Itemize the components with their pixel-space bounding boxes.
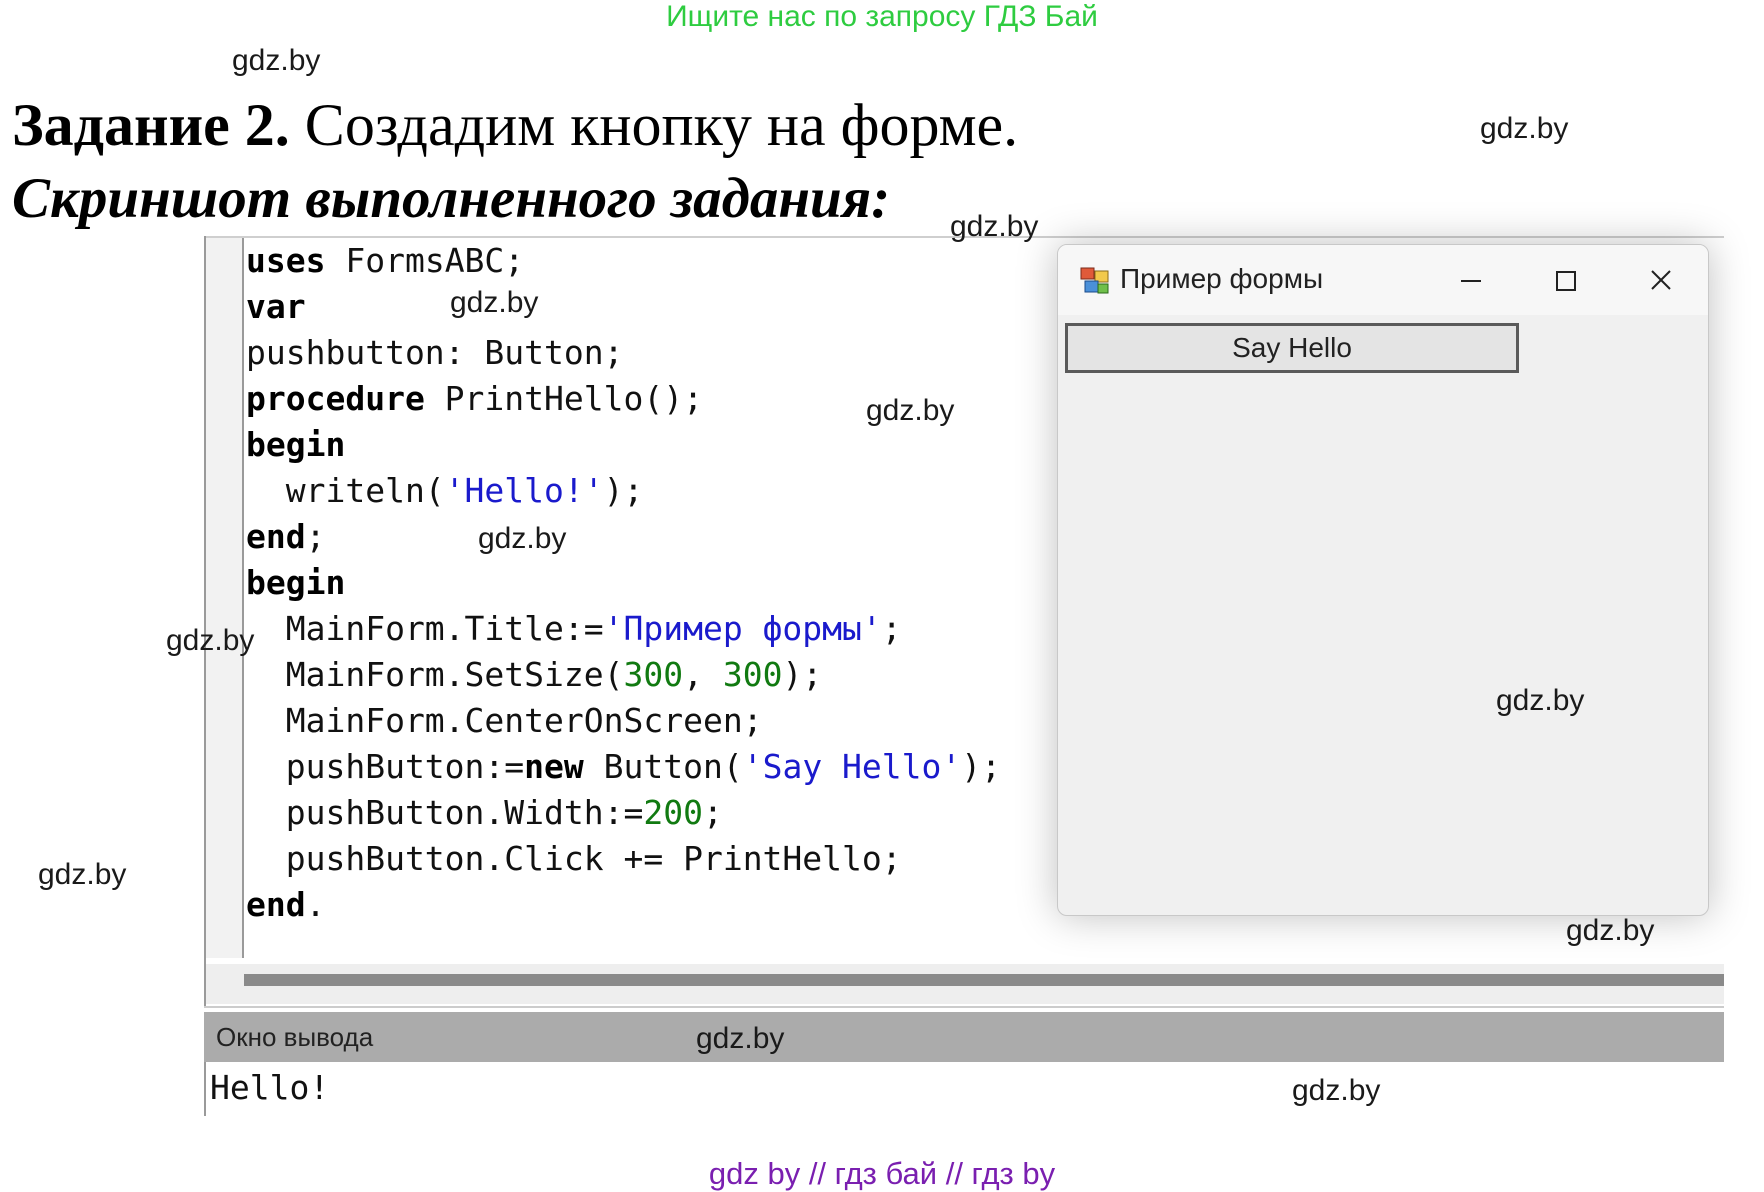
watermark: gdz.by bbox=[1292, 1074, 1381, 1107]
task-heading: Задание 2. Создадим кнопку на форме. bbox=[12, 90, 1018, 160]
code-text: MainForm.SetSize( bbox=[246, 655, 624, 694]
code-text: PrintHello(); bbox=[424, 379, 703, 418]
window-title: Пример формы bbox=[1120, 263, 1324, 294]
watermark: gdz.by bbox=[1566, 914, 1655, 947]
code-text: ); bbox=[961, 747, 1002, 786]
code-text: pushButton.Width:= bbox=[246, 793, 644, 832]
close-icon[interactable] bbox=[1631, 259, 1691, 303]
screenshot-caption: Скриншот выполненного задания: bbox=[12, 167, 891, 230]
code-line: pushButton.Click += PrintHello; bbox=[246, 836, 1001, 882]
say-hello-button[interactable]: Say Hello bbox=[1065, 323, 1519, 373]
code-text: MainForm.Title:= bbox=[246, 609, 604, 648]
code-line: MainForm.Title:='Пример формы'; bbox=[246, 606, 1001, 652]
panel-divider bbox=[204, 1006, 1724, 1008]
code-line: pushbutton: Button; bbox=[246, 330, 1001, 376]
watermark: gdz.by bbox=[232, 44, 321, 77]
code-text: pushButton:= bbox=[246, 747, 525, 786]
code-text: FormsABC; bbox=[325, 241, 525, 280]
watermark: gdz.by bbox=[166, 624, 255, 657]
watermark: gdz.by bbox=[38, 858, 127, 891]
output-panel-header bbox=[204, 1012, 1724, 1062]
editor-gutter bbox=[206, 238, 242, 958]
code-text: ; bbox=[305, 517, 326, 556]
minimize-icon[interactable] bbox=[1441, 259, 1501, 303]
string-literal: 'Hello!' bbox=[444, 471, 604, 510]
task-number: Задание 2. bbox=[12, 92, 290, 158]
string-literal: 'Пример формы' bbox=[603, 609, 882, 648]
code-text: Button( bbox=[583, 747, 743, 786]
code-text: ; bbox=[881, 609, 902, 648]
code-line: MainForm.SetSize(300, 300); bbox=[246, 652, 1001, 698]
output-panel bbox=[204, 1062, 1724, 1116]
code-line: pushButton.Width:=200; bbox=[246, 790, 1001, 836]
output-panel-title: Окно вывода bbox=[216, 1022, 374, 1052]
code-text: . bbox=[305, 885, 326, 924]
app-icon bbox=[1080, 267, 1109, 294]
number-literal: 200 bbox=[643, 793, 703, 832]
code-line: begin bbox=[246, 422, 1001, 468]
keyword: procedure bbox=[246, 379, 425, 418]
watermark: gdz.by bbox=[1480, 112, 1569, 145]
code-line: var bbox=[246, 284, 1001, 330]
code-line: begin bbox=[246, 560, 1001, 606]
keyword: end bbox=[246, 885, 306, 924]
code-text: , bbox=[683, 655, 723, 694]
watermark: gdz.by bbox=[1496, 684, 1585, 717]
scrollbar-thumb[interactable] bbox=[244, 974, 1724, 986]
code-line: uses FormsABC; bbox=[246, 238, 1001, 284]
code-text: pushbutton: Button; bbox=[246, 333, 624, 372]
code-line: end. bbox=[246, 882, 1001, 928]
keyword: end bbox=[246, 517, 306, 556]
output-text: Hello! bbox=[210, 1068, 330, 1107]
keyword: var bbox=[246, 287, 306, 326]
watermark: gdz.by bbox=[696, 1022, 785, 1055]
code-text: ; bbox=[702, 793, 723, 832]
maximize-icon[interactable] bbox=[1536, 259, 1596, 303]
watermark: gdz.by bbox=[478, 522, 567, 555]
top-banner: Ищите нас по запросу ГДЗ Бай bbox=[666, 0, 1098, 33]
task-title: Создадим кнопку на форме. bbox=[289, 92, 1019, 158]
form-window: Пример формы Say Hello bbox=[1057, 244, 1709, 916]
number-literal: 300 bbox=[722, 655, 783, 694]
watermark: gdz.by bbox=[950, 210, 1039, 243]
keyword: begin bbox=[246, 425, 346, 464]
keyword: begin bbox=[246, 563, 346, 602]
footer-watermark: gdz by // гдз бай // гдз by bbox=[708, 1156, 1056, 1191]
watermark: gdz.by bbox=[450, 286, 539, 319]
code-line: pushButton:=new Button('Say Hello'); bbox=[246, 744, 1001, 790]
gutter-divider bbox=[242, 238, 244, 958]
code-text: ); bbox=[603, 471, 644, 510]
code-line: MainForm.CenterOnScreen; bbox=[246, 698, 1001, 744]
keyword: new bbox=[524, 747, 584, 786]
string-literal: 'Say Hello' bbox=[742, 747, 962, 786]
code-text: ); bbox=[782, 655, 823, 694]
code-text: MainForm.CenterOnScreen; bbox=[246, 701, 763, 740]
code-editor[interactable]: uses FormsABC; var pushbutton: Button; p… bbox=[246, 238, 1001, 928]
code-line: writeln('Hello!'); bbox=[246, 468, 1001, 514]
keyword: uses bbox=[246, 241, 326, 280]
watermark: gdz.by bbox=[866, 394, 955, 427]
code-line: end; bbox=[246, 514, 1001, 560]
number-literal: 300 bbox=[623, 655, 684, 694]
code-text: pushButton.Click += PrintHello; bbox=[246, 839, 902, 878]
code-text: writeln( bbox=[246, 471, 445, 510]
